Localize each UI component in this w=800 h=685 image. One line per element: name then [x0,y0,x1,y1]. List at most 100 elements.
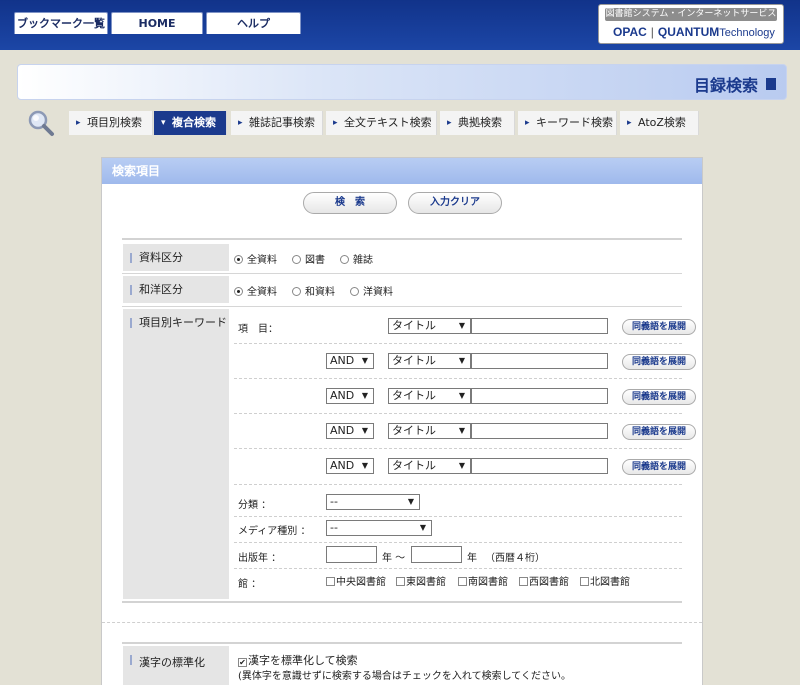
pubyear-to-suffix: 年 [467,553,477,564]
row-divider [234,413,682,414]
material-type-label: 資料区分 [123,244,229,271]
radio-icon [292,287,301,296]
keyword-input-2[interactable] [471,353,608,369]
search-tabs: 項目別検索 複合検索 雑誌記事検索 全文テキスト検索 典拠検索 キーワード検索 … [17,108,787,138]
keyword-input-5[interactable] [471,458,608,474]
field-select-1[interactable]: タイトル [388,318,471,334]
synonym-button-3[interactable]: 同義語を展開 [622,389,696,405]
tab-authority-search[interactable]: 典拠検索 [440,111,515,135]
tab-combined-search[interactable]: 複合検索 [154,111,227,135]
lang-radio-western[interactable]: 洋資料 [350,283,393,298]
checkbox-icon [396,577,405,586]
lang-radio-japanese[interactable]: 和資料 [292,283,335,298]
lang-radio-all[interactable]: 全資料 [234,283,277,298]
row-divider [234,568,682,569]
material-radio-all[interactable]: 全資料 [234,251,277,266]
library-check-south[interactable]: 南図書館 [458,573,508,588]
row-divider [234,484,682,485]
field-select-3[interactable]: タイトル [388,388,471,404]
row-divider [234,448,682,449]
operator-select-4[interactable]: AND [326,423,374,439]
top-bar: ブックマーク一覧 HOME ヘルプ 図書館システム・インターネットサービス OP… [0,0,800,50]
row-divider [234,378,682,379]
operator-select-2[interactable]: AND [326,353,374,369]
material-radio-book[interactable]: 図書 [292,251,325,266]
radio-icon [292,255,301,264]
library-check-east[interactable]: 東図書館 [396,573,446,588]
kanji-checkbox[interactable]: ✔ 漢字を標準化して検索 [238,652,358,668]
page-title: 目録検索 [693,76,758,95]
media-select[interactable]: -- [326,520,432,536]
library-label: 館 ： [238,579,262,590]
radio-icon [234,287,243,296]
library-check-west[interactable]: 西図書館 [519,573,569,588]
title-accent [766,78,776,90]
quantum-logo: QUANTUM [657,25,720,39]
media-label: メディア種別 ： [238,526,311,537]
field-select-4[interactable]: タイトル [388,423,471,439]
radio-icon [234,255,243,264]
help-tab[interactable]: ヘルプ [206,12,301,34]
material-radio-journal[interactable]: 雑誌 [340,251,373,266]
row-divider [234,343,682,344]
checkbox-icon [580,577,589,586]
pubyear-to-input[interactable] [411,546,462,563]
checkbox-label: 中央図書館 [336,577,386,588]
row-divider [234,542,682,543]
tab-article-search[interactable]: 雑誌記事検索 [231,111,323,135]
clear-button[interactable]: 入力クリア [408,192,502,214]
classification-select[interactable]: -- [326,494,420,510]
row-divider [122,273,682,274]
classification-label: 分類 ： [238,500,272,511]
pubyear-from-suffix: 年 ～ [382,553,406,564]
radio-label: 洋資料 [363,287,393,298]
library-check-north[interactable]: 北図書館 [580,573,630,588]
checkbox-label: 南図書館 [468,577,508,588]
kanji-note: (異体字を意識せずに検索する場合はチェックを入れて検索してください。 [238,671,572,682]
operator-select-5[interactable]: AND [326,458,374,474]
radio-label: 図書 [305,255,325,266]
synonym-button-2[interactable]: 同義語を展開 [622,354,696,370]
synonym-button-4[interactable]: 同義語を展開 [622,424,696,440]
section-divider [102,622,702,623]
tab-keyword-search[interactable]: キーワード検索 [518,111,617,135]
keyword-input-4[interactable] [471,423,608,439]
check-icon: ✔ [238,658,247,667]
brand-logo: 図書館システム・インターネットサービス OPAC | QUANTUMTechnolo… [598,4,784,44]
field-select-2[interactable]: タイトル [388,353,471,369]
search-panel: 検索項目 検 索 入力クリア 資料区分 全資料 図書 雑誌 和洋区分 全資料 和… [101,157,703,685]
radio-label: 雑誌 [353,255,373,266]
library-check-central[interactable]: 中央図書館 [326,573,386,588]
title-band: 目録検索 [17,64,787,100]
tab-atoz-search[interactable]: AtoZ検索 [620,111,699,135]
synonym-button-1[interactable]: 同義語を展開 [622,319,696,335]
radio-label: 全資料 [247,255,277,266]
search-button[interactable]: 検 索 [303,192,397,214]
home-tab[interactable]: HOME [111,12,203,34]
keyword-input-1[interactable] [471,318,608,334]
row-divider [122,642,682,644]
checkbox-icon [519,577,528,586]
brand-name: OPAC | QUANTUMTechnology [613,25,775,39]
checkbox-label: 北図書館 [590,577,630,588]
checkbox-icon [326,577,335,586]
search-form: 資料区分 全資料 図書 雑誌 和洋区分 全資料 和資料 洋資料 項目別キーワード… [122,238,696,603]
operator-select-3[interactable]: AND [326,388,374,404]
keyword-input-3[interactable] [471,388,608,404]
pubyear-note: （西暦４桁） [485,553,545,564]
tab-item-search[interactable]: 項目別検索 [69,111,153,135]
row-divider [122,306,682,307]
row-divider [234,516,682,517]
pubyear-label: 出版年 ： [238,553,282,564]
magnifier-icon [17,108,65,138]
brand-subtitle: 図書館システム・インターネットサービス [605,8,777,21]
radio-label: 和資料 [305,287,335,298]
radio-icon [350,287,359,296]
tab-fulltext-search[interactable]: 全文テキスト検索 [326,111,437,135]
synonym-button-5[interactable]: 同義語を展開 [622,459,696,475]
field-select-5[interactable]: タイトル [388,458,471,474]
lang-type-label: 和洋区分 [123,276,229,303]
pubyear-from-input[interactable] [326,546,377,563]
bookmarks-tab[interactable]: ブックマーク一覧 [14,12,108,34]
checkbox-label: 西図書館 [529,577,569,588]
